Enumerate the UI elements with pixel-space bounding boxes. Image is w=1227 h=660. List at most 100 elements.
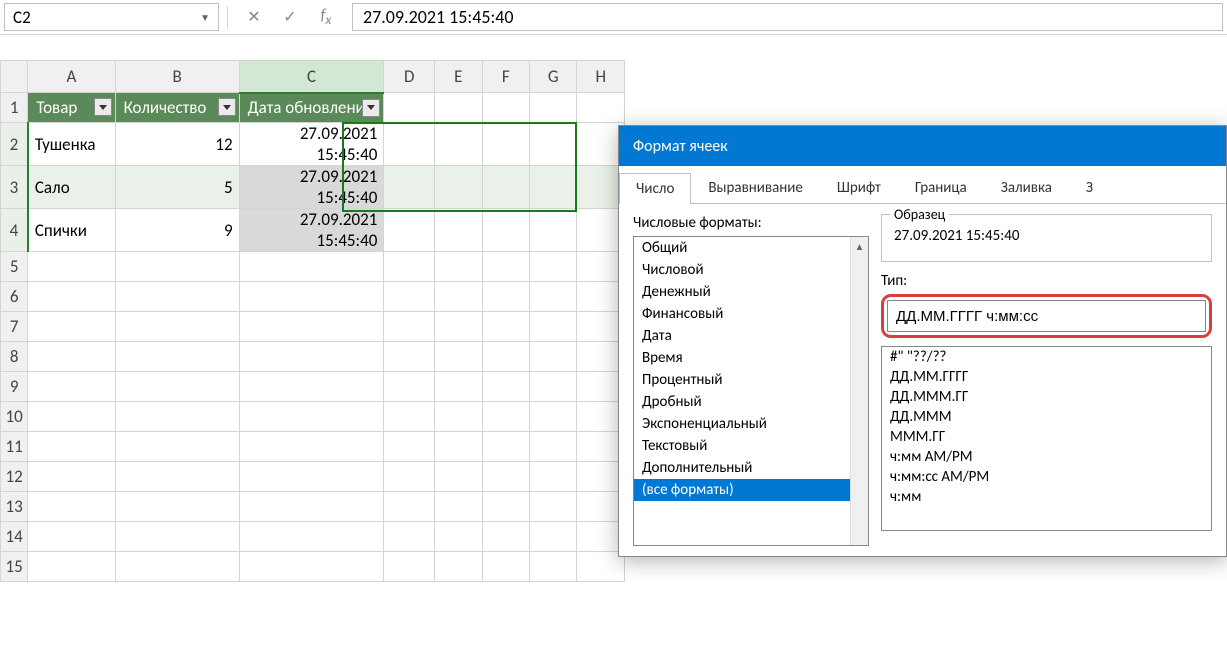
scroll-up-icon[interactable]: ▲	[851, 237, 868, 255]
cell[interactable]	[482, 432, 529, 462]
cell[interactable]: 27.09.2021 15:45:40	[239, 123, 384, 166]
row-header-14[interactable]: 14	[1, 522, 28, 552]
cell[interactable]	[530, 402, 577, 432]
row-header-15[interactable]: 15	[1, 552, 28, 582]
cell[interactable]	[28, 252, 115, 282]
cell[interactable]	[384, 342, 435, 372]
cell[interactable]	[435, 123, 482, 166]
cell[interactable]: Спички	[28, 209, 115, 252]
cell[interactable]	[239, 342, 384, 372]
format-code-item[interactable]: МММ.ГГ	[882, 427, 1211, 447]
cell[interactable]	[384, 93, 435, 123]
table-header-cell[interactable]: Товар	[28, 93, 115, 123]
row-header-8[interactable]: 8	[1, 342, 28, 372]
cell[interactable]: 9	[115, 209, 239, 252]
cell[interactable]	[28, 462, 115, 492]
category-item[interactable]: Числовой	[634, 259, 868, 281]
select-all-corner[interactable]	[1, 61, 28, 93]
column-header-H[interactable]: H	[577, 61, 625, 93]
format-code-item[interactable]: #" "??/??	[882, 347, 1211, 367]
cell[interactable]	[115, 282, 239, 312]
cell[interactable]	[384, 552, 435, 582]
cell[interactable]	[530, 372, 577, 402]
cell[interactable]	[435, 312, 482, 342]
formula-input[interactable]: 27.09.2021 15:45:40	[352, 3, 1223, 31]
column-header-C[interactable]: C	[239, 61, 384, 93]
cell[interactable]	[435, 93, 482, 123]
cell[interactable]	[530, 282, 577, 312]
dialog-tab-0[interactable]: Число	[619, 173, 691, 204]
category-item[interactable]: Текстовый	[634, 435, 868, 457]
cell[interactable]	[482, 166, 529, 209]
cell[interactable]	[384, 123, 435, 166]
row-header-12[interactable]: 12	[1, 462, 28, 492]
cell[interactable]	[530, 342, 577, 372]
cell[interactable]	[435, 282, 482, 312]
category-item[interactable]: Денежный	[634, 281, 868, 303]
dialog-tab-3[interactable]: Граница	[898, 172, 984, 203]
cell[interactable]: Сало	[28, 166, 115, 209]
cell[interactable]	[28, 282, 115, 312]
cell[interactable]	[115, 312, 239, 342]
row-header-3[interactable]: 3	[1, 166, 28, 209]
cell[interactable]	[530, 252, 577, 282]
format-code-item[interactable]: ч:мм	[882, 487, 1211, 507]
name-box[interactable]: C2 ▼	[4, 3, 219, 31]
row-header-13[interactable]: 13	[1, 492, 28, 522]
cell[interactable]	[482, 312, 529, 342]
format-codes-listbox[interactable]: #" "??/??ДД.ММ.ГГГГДД.МММ.ГГДД.ММММММ.ГГ…	[881, 346, 1212, 531]
row-header-7[interactable]: 7	[1, 312, 28, 342]
column-header-B[interactable]: B	[115, 61, 239, 93]
cell[interactable]	[28, 522, 115, 552]
cell[interactable]	[28, 492, 115, 522]
cell[interactable]	[239, 492, 384, 522]
cell[interactable]: 27.09.2021 15:45:40	[239, 209, 384, 252]
cell[interactable]	[28, 312, 115, 342]
cell[interactable]	[28, 432, 115, 462]
cell[interactable]	[530, 522, 577, 552]
cell[interactable]	[239, 312, 384, 342]
cell[interactable]	[115, 342, 239, 372]
cell[interactable]	[530, 462, 577, 492]
cell[interactable]	[115, 402, 239, 432]
category-item[interactable]: Дополнительный	[634, 457, 868, 479]
cell[interactable]	[115, 522, 239, 552]
cell[interactable]	[435, 252, 482, 282]
format-code-item[interactable]: ДД.МММ	[882, 407, 1211, 427]
category-item[interactable]: Общий	[634, 237, 868, 259]
cell[interactable]	[435, 432, 482, 462]
cell[interactable]	[384, 372, 435, 402]
format-type-input[interactable]	[887, 300, 1206, 332]
number-categories-listbox[interactable]: ▲ ОбщийЧисловойДенежныйФинансовыйДатаВре…	[633, 236, 869, 546]
accept-formula-button[interactable]: ✓	[272, 3, 308, 31]
cell[interactable]	[530, 432, 577, 462]
cell[interactable]	[384, 166, 435, 209]
cell[interactable]	[530, 492, 577, 522]
row-header-5[interactable]: 5	[1, 252, 28, 282]
category-item[interactable]: Дробный	[634, 391, 868, 413]
cell[interactable]	[28, 552, 115, 582]
cell[interactable]	[384, 209, 435, 252]
cell[interactable]	[435, 372, 482, 402]
row-header-11[interactable]: 11	[1, 432, 28, 462]
cell[interactable]	[482, 372, 529, 402]
category-item[interactable]: (все форматы)	[634, 479, 868, 501]
cell[interactable]: Тушенка	[28, 123, 115, 166]
cell[interactable]	[482, 123, 529, 166]
cell[interactable]	[239, 252, 384, 282]
category-item[interactable]: Финансовый	[634, 303, 868, 325]
cell[interactable]	[384, 462, 435, 492]
cell[interactable]	[239, 552, 384, 582]
format-code-item[interactable]: ч:мм:сс AM/PM	[882, 467, 1211, 487]
column-header-D[interactable]: D	[384, 61, 435, 93]
cell[interactable]	[482, 462, 529, 492]
category-item[interactable]: Дата	[634, 325, 868, 347]
cell[interactable]	[577, 93, 625, 123]
cell[interactable]	[482, 282, 529, 312]
cell[interactable]	[384, 522, 435, 552]
cell[interactable]	[239, 522, 384, 552]
format-code-item[interactable]: ДД.МММ.ГГ	[882, 387, 1211, 407]
cell[interactable]	[384, 432, 435, 462]
dialog-tab-2[interactable]: Шрифт	[820, 172, 898, 203]
table-header-cell[interactable]: Дата обновления	[239, 93, 384, 123]
